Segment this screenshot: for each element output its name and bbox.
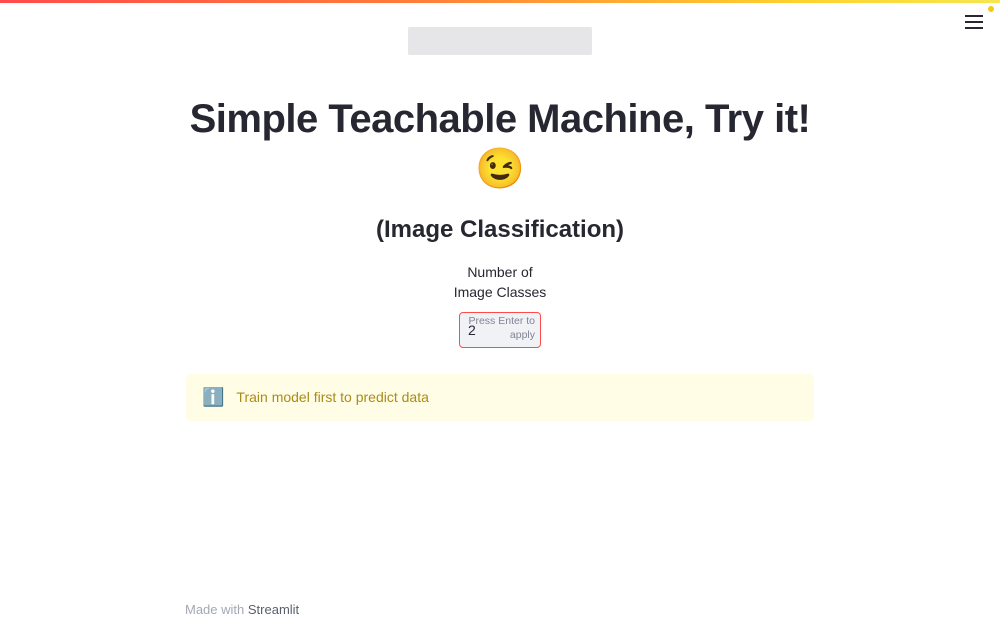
num-classes-label: Number of Image Classes: [186, 262, 814, 303]
info-icon: ℹ️: [202, 387, 224, 408]
num-classes-input-wrap: Press Enter to apply: [459, 312, 541, 348]
page-subtitle: (Image Classification): [186, 216, 814, 244]
main-column: Simple Teachable Machine, Try it! 😉 (Ima…: [186, 94, 814, 421]
footer-madewith: Made with: [185, 602, 248, 617]
page-title: Simple Teachable Machine, Try it! 😉: [186, 94, 814, 194]
footer-brand-link[interactable]: Streamlit: [248, 602, 299, 617]
info-text: Train model first to predict data: [236, 389, 428, 405]
info-box: ℹ️ Train model first to predict data: [186, 374, 814, 421]
page-content: Simple Teachable Machine, Try it! 😉 (Ima…: [0, 0, 1000, 625]
footer: Made with Streamlit: [185, 602, 299, 617]
num-classes-input[interactable]: [459, 312, 541, 348]
